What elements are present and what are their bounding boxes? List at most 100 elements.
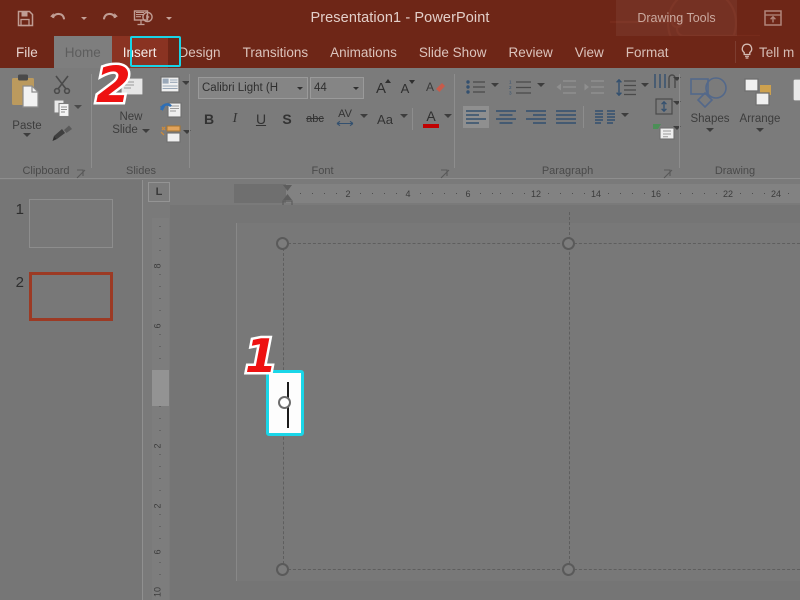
line-spacing-dropdown-icon[interactable] [641, 83, 649, 87]
new-slide-dropdown-icon[interactable] [142, 129, 150, 133]
tab-animations[interactable]: Animations [319, 36, 408, 68]
tab-review[interactable]: Review [497, 36, 563, 68]
quick-styles-button[interactable]: St [786, 76, 800, 124]
paste-label: Paste [6, 120, 48, 132]
hruler-margin-left [234, 184, 286, 203]
clear-formatting-button[interactable]: A [424, 77, 448, 99]
font-dialog-launcher[interactable] [440, 166, 450, 176]
font-name-combo[interactable]: Calibri Light (H [198, 77, 308, 99]
lightbulb-icon [740, 43, 754, 62]
strikethrough-button[interactable]: abc [302, 108, 328, 130]
align-center-button[interactable] [493, 106, 519, 128]
change-case-button[interactable]: Aa [372, 108, 398, 130]
vertical-ruler-bottom[interactable]: 10 [152, 580, 169, 600]
tell-me-box[interactable]: Tell m [740, 36, 794, 68]
ribbon-group-drawing: Shapes Arrange S [680, 68, 800, 179]
svg-text:24: 24 [771, 189, 781, 199]
font-size-value: 44 [314, 82, 351, 94]
reset-button[interactable] [160, 101, 182, 124]
vruler-bottom-ticks: 10 [152, 580, 169, 600]
character-spacing-button[interactable]: AV [332, 106, 358, 130]
slide-preview-2[interactable] [29, 272, 113, 321]
align-right-button[interactable] [523, 106, 549, 128]
numbering-button[interactable]: 1 2 3 [507, 76, 535, 98]
tell-me-label: Tell m [759, 45, 794, 60]
selection-handle-bottom-left[interactable] [276, 563, 289, 576]
align-text-button[interactable] [651, 95, 677, 117]
copy-button[interactable] [52, 98, 72, 118]
arrange-dropdown-icon[interactable] [736, 128, 784, 132]
ribbon-display-options-icon[interactable] [762, 7, 784, 29]
paste-dropdown-icon[interactable] [6, 133, 48, 137]
arrange-button[interactable]: Arrange [736, 76, 784, 132]
font-size-combo[interactable]: 44 [310, 77, 364, 99]
horizontal-ruler-far-right[interactable]: 22 24 [688, 184, 800, 203]
numbering-dropdown-icon[interactable] [537, 83, 545, 87]
font-color-dropdown-icon[interactable] [444, 114, 452, 118]
tab-format[interactable]: Format [615, 36, 680, 68]
text-shadow-button[interactable]: S [276, 108, 298, 130]
title-bar: Presentation1 - PowerPoint Drawing Tools [0, 0, 800, 36]
decrease-indent-button[interactable] [553, 76, 579, 98]
tab-slide-show[interactable]: Slide Show [408, 36, 498, 68]
slide-canvas[interactable] [170, 205, 800, 600]
char-spacing-dropdown-icon[interactable] [360, 114, 368, 118]
font-name-dropdown-icon[interactable] [295, 87, 304, 90]
copy-dropdown-icon[interactable] [74, 105, 82, 109]
selection-handle-top-left[interactable] [276, 237, 289, 250]
clipboard-dialog-launcher[interactable] [76, 166, 86, 176]
cut-button[interactable] [52, 74, 72, 94]
selection-handle-bottom-right[interactable] [562, 563, 575, 576]
tab-view[interactable]: View [564, 36, 615, 68]
increase-font-size-button[interactable]: A [370, 77, 392, 99]
contextual-tab-label: Drawing Tools [616, 0, 737, 36]
justify-button[interactable] [553, 106, 579, 128]
slide-surface[interactable] [236, 223, 800, 581]
tab-stop-selector[interactable]: L [148, 182, 170, 202]
shapes-button[interactable]: Shapes [686, 76, 734, 132]
text-box-handle[interactable] [278, 396, 291, 409]
layout-button[interactable] [160, 76, 180, 98]
bold-label: B [204, 111, 214, 127]
paragraph-inline-divider [583, 106, 584, 128]
italic-button[interactable]: I [224, 108, 246, 130]
columns-button[interactable] [591, 106, 619, 128]
decrease-font-size-button[interactable]: A [394, 77, 416, 99]
bold-button[interactable]: B [198, 108, 220, 130]
quick-styles-label: St [786, 111, 800, 124]
spacing-arrows-icon [335, 120, 355, 127]
annotation-1-text: 1 [245, 330, 277, 382]
font-size-dropdown-icon[interactable] [351, 87, 360, 90]
grow-font-arrow-icon [385, 79, 391, 83]
convert-to-smartart-button[interactable] [651, 120, 677, 142]
increase-indent-button[interactable] [581, 76, 607, 98]
tab-separator [735, 41, 736, 63]
selection-handle-top-right[interactable] [562, 237, 575, 250]
tab-design[interactable]: Design [168, 36, 232, 68]
bullets-dropdown-icon[interactable] [491, 83, 499, 87]
line-spacing-button[interactable] [613, 76, 639, 98]
slide-preview-1[interactable] [29, 199, 113, 248]
bullets-button[interactable] [463, 76, 489, 98]
text-direction-button[interactable] [651, 72, 677, 92]
slide-thumbnail-1[interactable]: 1 [0, 199, 113, 248]
align-left-button[interactable] [463, 106, 489, 128]
paste-button[interactable]: Paste [6, 73, 48, 137]
shapes-dropdown-icon[interactable] [686, 128, 734, 132]
change-case-dropdown-icon[interactable] [400, 114, 408, 118]
tab-transitions[interactable]: Transitions [232, 36, 320, 68]
underline-button[interactable]: U [250, 108, 272, 130]
tab-file[interactable]: File [0, 36, 54, 68]
underline-label: U [256, 111, 266, 127]
group-label-paragraph: Paragraph [455, 165, 680, 177]
format-painter-button[interactable] [52, 124, 74, 142]
slide-thumbnail-panel[interactable]: 1 2 [0, 180, 143, 600]
bullets-icon [465, 79, 487, 95]
slide-thumbnail-2[interactable]: 2 [0, 272, 113, 321]
columns-dropdown-icon[interactable] [621, 113, 629, 117]
font-color-button[interactable]: A [420, 106, 442, 130]
reset-icon [160, 101, 182, 119]
section-button[interactable] [160, 125, 182, 148]
paragraph-dialog-launcher[interactable] [663, 166, 673, 176]
text-direction-icon [652, 73, 676, 91]
